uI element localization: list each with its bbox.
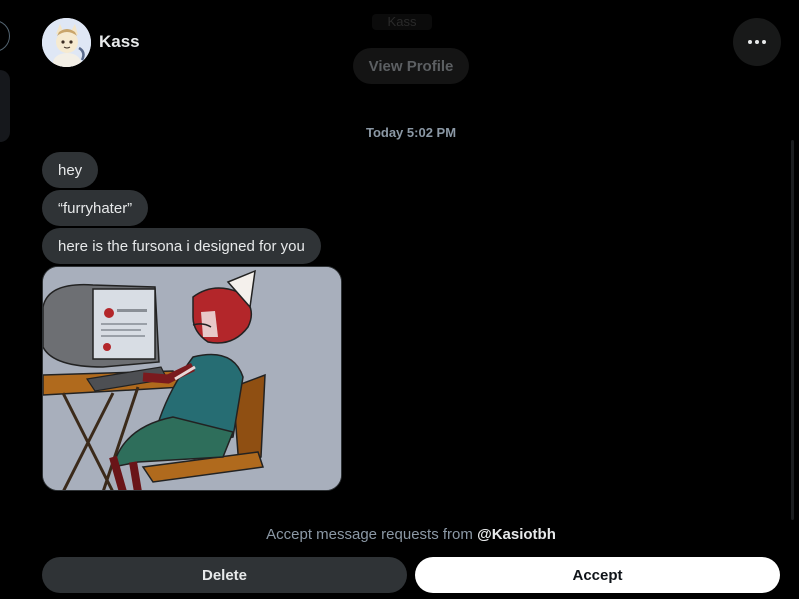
- avatar-illustration: [42, 18, 91, 67]
- more-horizontal-icon: [748, 40, 752, 44]
- conversation-name[interactable]: Kass: [99, 32, 140, 52]
- message-bubble[interactable]: “furryhater”: [42, 190, 149, 226]
- message-bubble[interactable]: hey: [42, 152, 99, 188]
- conversation-header: Kass Kass View Profile: [0, 0, 799, 90]
- chat-scrollbar[interactable]: [791, 140, 794, 520]
- image-message[interactable]: [42, 266, 342, 491]
- view-profile-button[interactable]: View Profile: [353, 48, 469, 84]
- more-options-button[interactable]: [733, 18, 781, 66]
- fursona-illustration: [43, 267, 341, 490]
- message-timestamp: Today 5:02 PM: [365, 125, 457, 140]
- delete-button[interactable]: Delete: [42, 557, 407, 593]
- more-horizontal-icon: [755, 40, 759, 44]
- request-handle[interactable]: @Kasiotbh: [477, 526, 556, 543]
- request-prefix: Accept message requests from: [266, 526, 473, 543]
- accept-button[interactable]: Accept: [415, 557, 780, 593]
- avatar[interactable]: [42, 18, 91, 67]
- message-request-notice: Accept message requests from @Kasiotbh: [0, 526, 799, 543]
- message-bubble[interactable]: here is the fursona i designed for you: [42, 228, 321, 264]
- more-horizontal-icon: [762, 40, 766, 44]
- header-ghost-title: Kass: [372, 14, 432, 30]
